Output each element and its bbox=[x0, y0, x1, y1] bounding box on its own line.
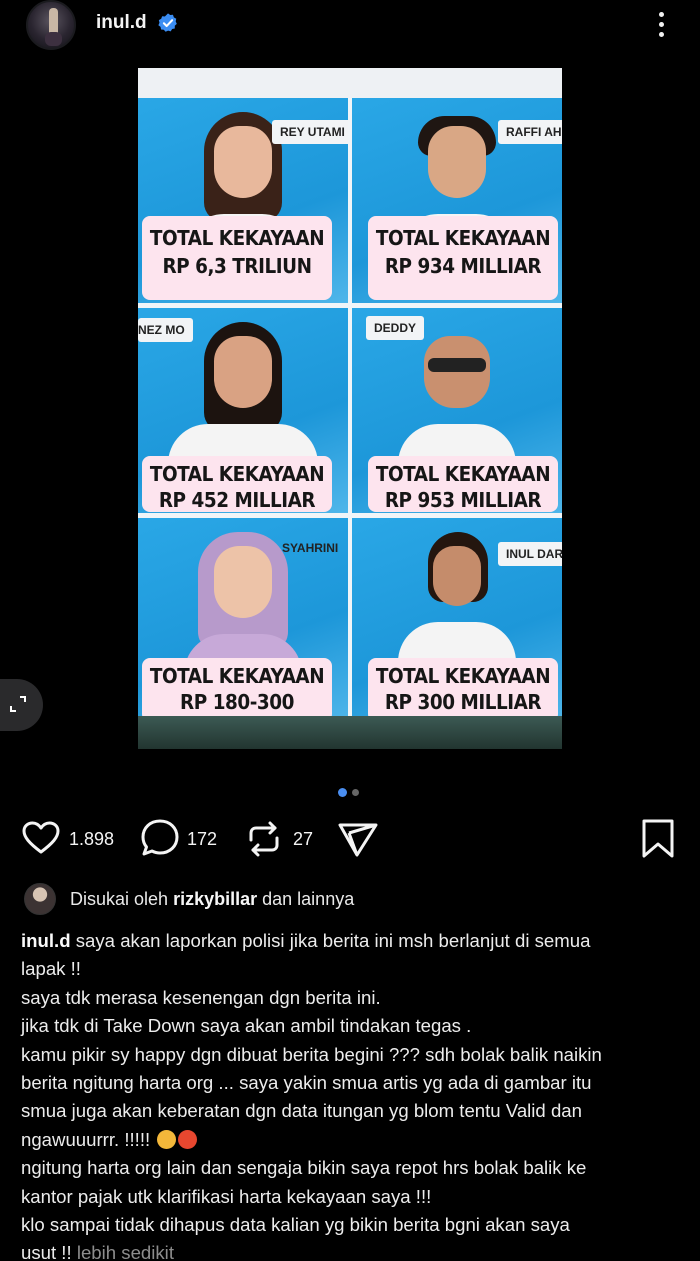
caption-line: kantor pajak utk klarifikasi harta kekay… bbox=[21, 1185, 432, 1207]
name-tag: NEZ MO bbox=[138, 318, 193, 342]
image-top-band bbox=[138, 68, 562, 98]
wealth-label: TOTAL KEKAYAAN RP 953 MILLIAR bbox=[368, 456, 558, 512]
caption-line: smua juga akan keberatan dgn data itunga… bbox=[21, 1100, 582, 1122]
expand-media-button[interactable] bbox=[0, 679, 43, 731]
show-less-link[interactable]: lebih sedikit bbox=[77, 1242, 174, 1261]
repost-count: 27 bbox=[293, 829, 314, 849]
name-tag: SYAHRINI bbox=[282, 541, 339, 555]
liker-avatar[interactable] bbox=[24, 883, 56, 915]
repost-icon[interactable] bbox=[243, 818, 285, 860]
bookmark-icon[interactable] bbox=[637, 818, 679, 860]
like-heart-icon[interactable] bbox=[20, 818, 62, 860]
caption-line: saya tdk merasa kesenengan dgn berita in… bbox=[21, 986, 381, 1008]
post-header: inul.d bbox=[0, 0, 700, 50]
grid-cell-2: RAFFI AHM TOTAL KEKAYAAN RP 934 MILLIAR bbox=[352, 98, 562, 303]
carousel-indicator bbox=[338, 788, 364, 798]
comment-count: 172 bbox=[187, 829, 218, 849]
profile-avatar[interactable] bbox=[26, 0, 76, 50]
caption-line: saya akan laporkan polisi jika berita in… bbox=[75, 930, 591, 951]
post-caption: inul.d saya akan laporkan polisi jika be… bbox=[21, 927, 683, 1261]
caption-line: ngitung harta org lain dan sengaja bikin… bbox=[21, 1157, 587, 1179]
verified-badge-icon bbox=[158, 13, 177, 32]
name-tag: INUL DARATI bbox=[498, 542, 562, 566]
caption-line: ngawuuurrr. !!!!! bbox=[21, 1126, 683, 1154]
like-count: 1.898 bbox=[69, 829, 115, 849]
liker-username[interactable]: rizkybillar bbox=[173, 889, 257, 909]
more-options-icon[interactable] bbox=[646, 8, 676, 42]
action-bar: 1.898 172 27 bbox=[0, 818, 700, 864]
name-tag: REY UTAMI bbox=[272, 120, 348, 144]
caption-line: jika tdk di Take Down saya akan ambil ti… bbox=[21, 1015, 472, 1037]
liked-by-row[interactable]: Disukai oleh rizkybillar dan lainnya bbox=[24, 882, 684, 916]
name-tag: RAFFI AHM bbox=[498, 120, 562, 144]
post-media-image[interactable]: REY UTAMI TOTAL KEKAYAAN RP 6,3 TRILIUN … bbox=[138, 68, 562, 749]
angry-face-emoji-icon bbox=[178, 1129, 198, 1149]
wealth-label: TOTAL KEKAYAAN RP 180-300 MILLIAR bbox=[142, 658, 332, 723]
grid-cell-6: INUL DARATI TOTAL KEKAYAAN RP 300 MILLIA… bbox=[352, 518, 562, 723]
expand-icon bbox=[10, 696, 26, 712]
username[interactable]: inul.d bbox=[96, 12, 147, 34]
caption-line: klo sampai tidak dihapus data kalian yg … bbox=[21, 1214, 570, 1236]
wealth-label: TOTAL KEKAYAAN RP 6,3 TRILIUN bbox=[142, 216, 332, 300]
caption-line: lapak !! bbox=[21, 958, 81, 980]
wealth-label: TOTAL KEKAYAAN RP 934 MILLIAR bbox=[368, 216, 558, 300]
wealth-label: TOTAL KEKAYAAN RP 300 MILLIAR bbox=[368, 658, 558, 722]
caption-line: usut !! lebih sedikit bbox=[21, 1239, 683, 1261]
grid-cell-3: NEZ MO TOTAL KEKAYAAN RP 452 MILLIAR bbox=[138, 308, 348, 513]
image-bottom-band bbox=[138, 716, 562, 749]
caption-line: berita ngitung harta org ... saya yakin … bbox=[21, 1072, 592, 1094]
caption-line: kamu pikir sy happy dgn dibuat berita be… bbox=[21, 1043, 602, 1065]
carousel-dot bbox=[352, 789, 359, 796]
wealth-label: TOTAL KEKAYAAN RP 452 MILLIAR bbox=[142, 456, 332, 512]
caption-username[interactable]: inul.d bbox=[21, 930, 71, 951]
grid-cell-4: DEDDY TOTAL KEKAYAAN RP 953 MILLIAR bbox=[352, 308, 562, 513]
comment-icon[interactable] bbox=[139, 818, 181, 860]
grid-cell-5: SYAHRINI TOTAL KEKAYAAN RP 180-300 MILLI… bbox=[138, 518, 348, 723]
grid-divider bbox=[348, 98, 352, 716]
grid-cell-1: REY UTAMI TOTAL KEKAYAAN RP 6,3 TRILIUN bbox=[138, 98, 348, 303]
name-tag: DEDDY bbox=[366, 316, 425, 340]
liked-by-text: Disukai oleh rizkybillar dan lainnya bbox=[70, 889, 355, 909]
fist-emoji-icon bbox=[157, 1129, 177, 1149]
carousel-dot-active bbox=[338, 788, 347, 797]
share-send-icon[interactable] bbox=[337, 818, 379, 860]
